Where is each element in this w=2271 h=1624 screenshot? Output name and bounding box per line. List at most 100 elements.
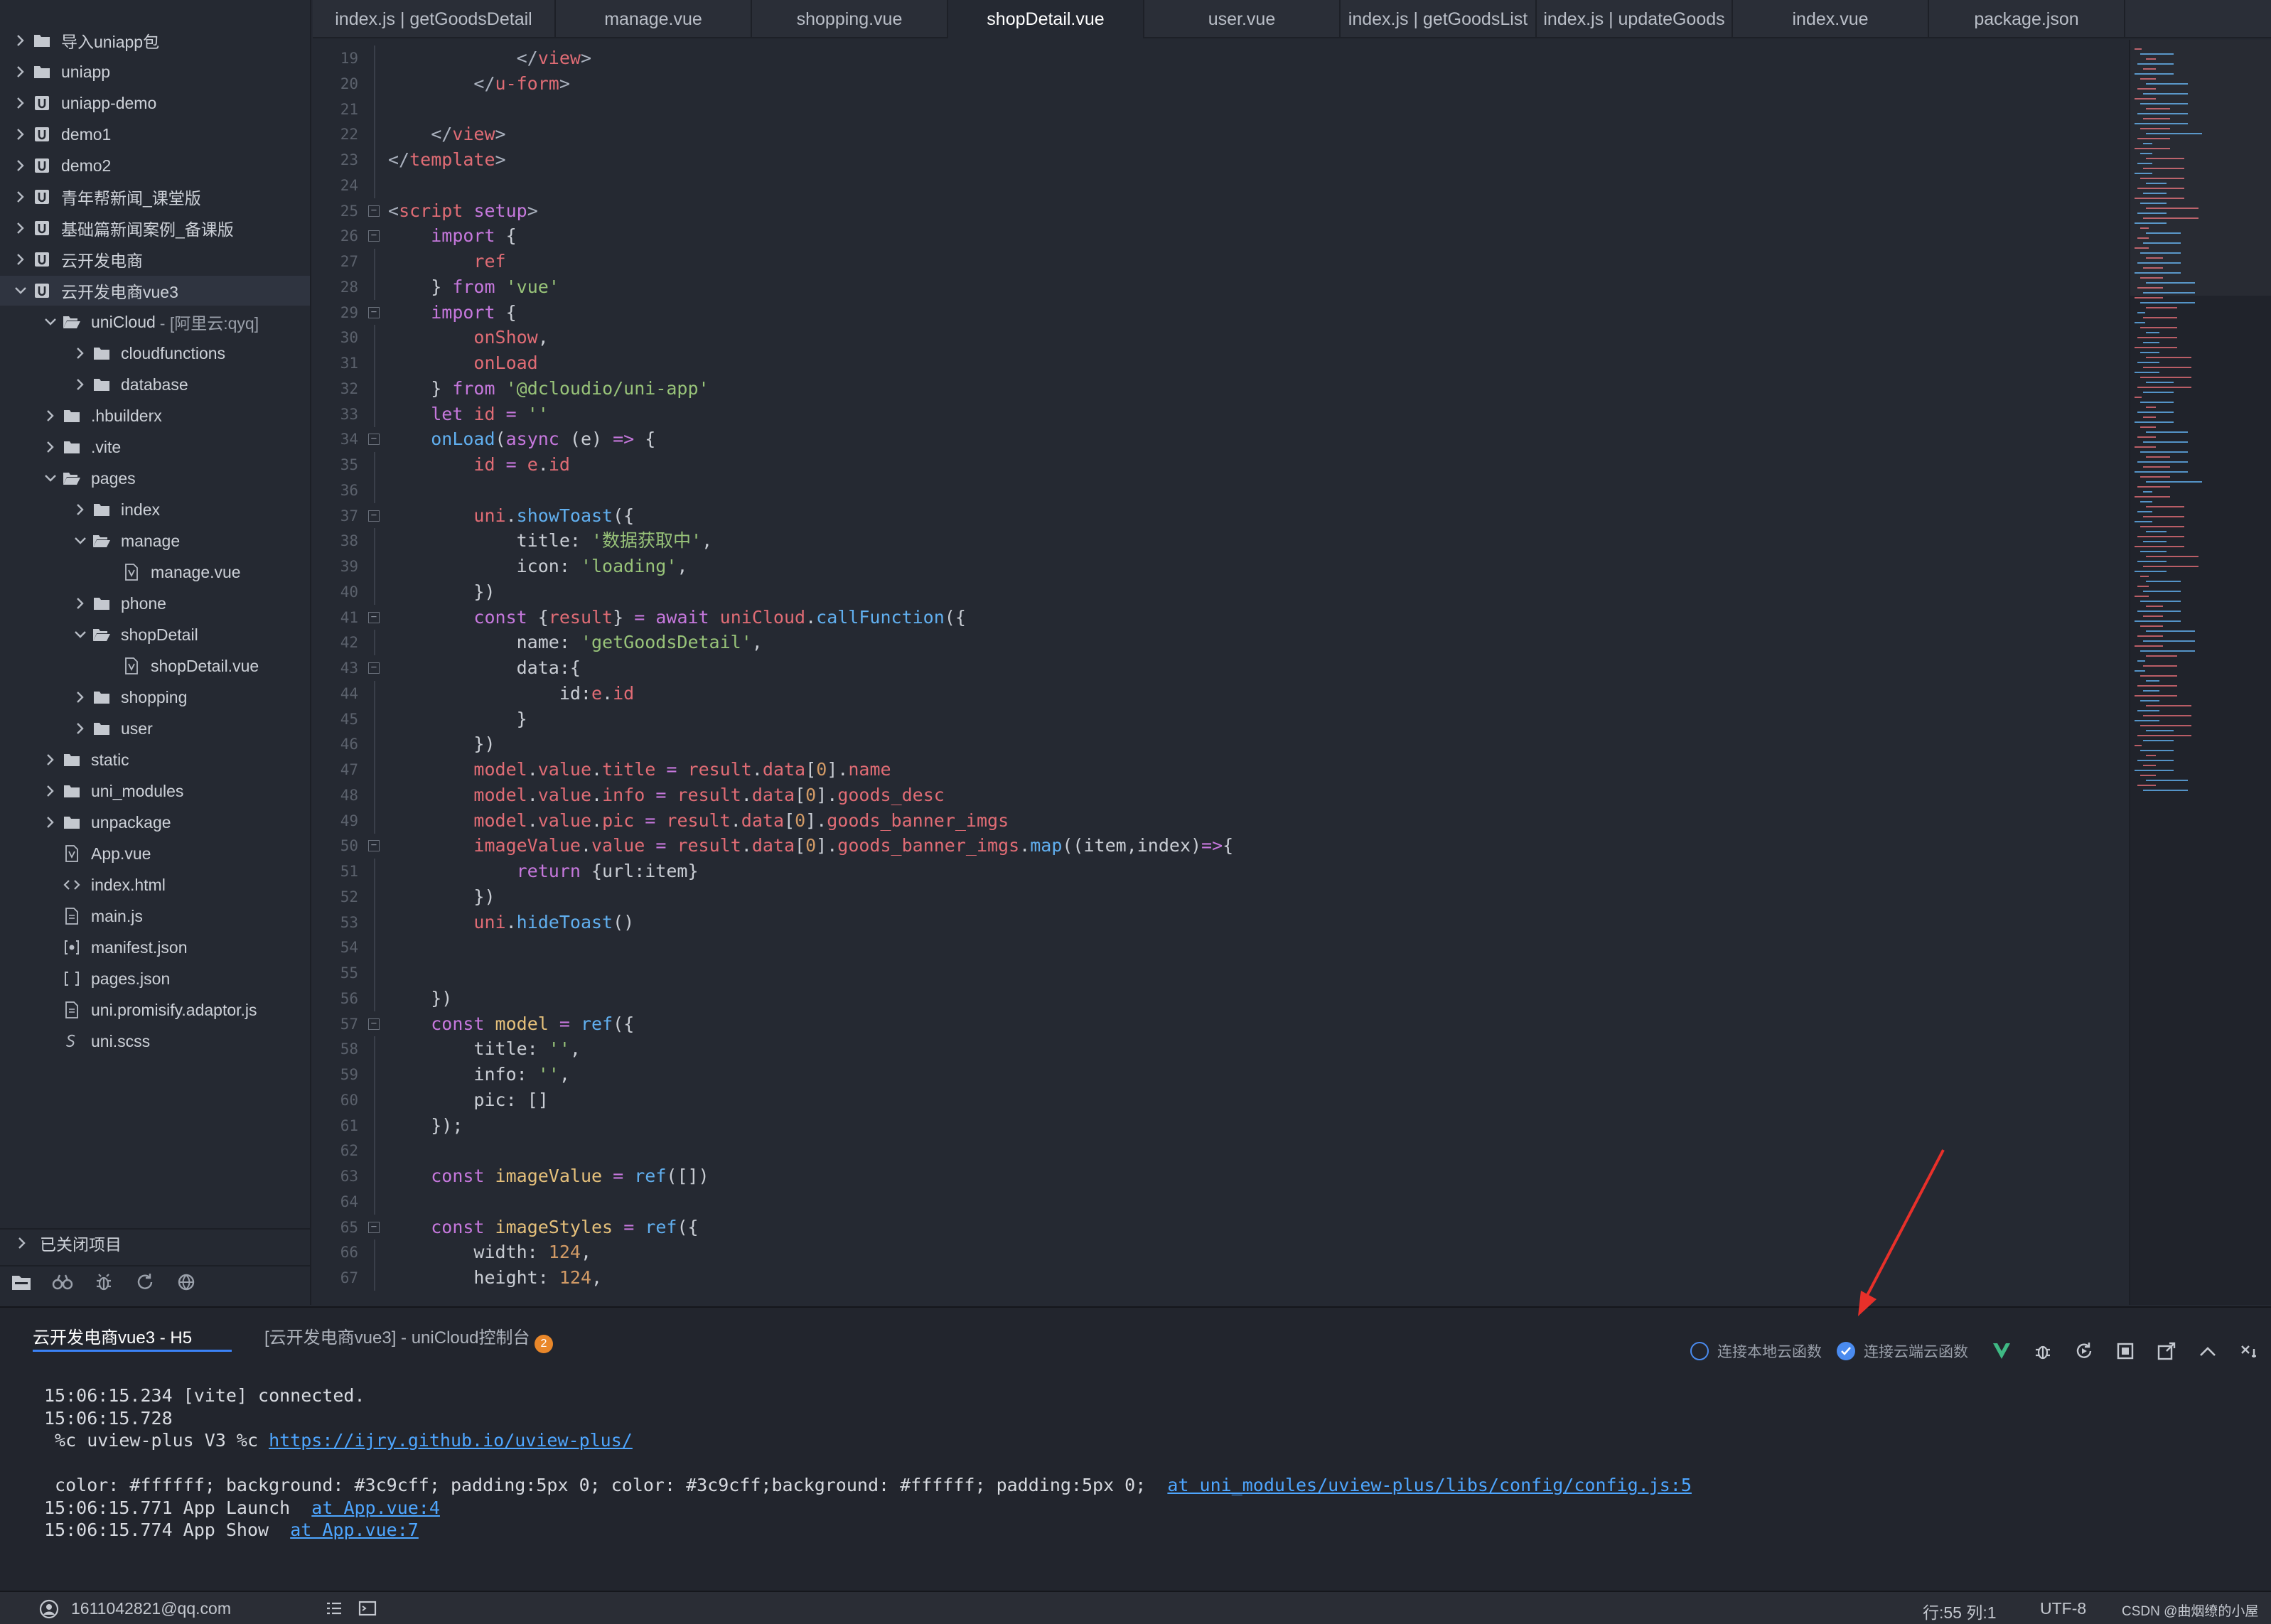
code-line[interactable]: 40 }) [313, 579, 2129, 605]
code-line[interactable]: 58 title: '', [313, 1036, 2129, 1063]
code-line[interactable]: 50− imageValue.value = result.data[0].go… [313, 833, 2129, 859]
collapse-up-icon[interactable] [2196, 1340, 2219, 1362]
tree-item[interactable]: shopping [0, 682, 310, 712]
fold-toggle-icon[interactable]: − [368, 205, 380, 217]
code-line[interactable]: 19 </view> [313, 45, 2129, 71]
code-line[interactable]: 51 return {url:item} [313, 859, 2129, 884]
tree-item[interactable]: uni_modules [0, 776, 310, 806]
code-line[interactable]: 39 icon: 'loading', [313, 554, 2129, 579]
code-line[interactable]: 35 id = e.id [313, 452, 2129, 478]
tree-item[interactable]: .vite [0, 432, 310, 462]
console-link[interactable]: https://ijry.github.io/uview-plus/ [269, 1430, 633, 1451]
outline-list-icon[interactable] [326, 1601, 343, 1620]
code-line[interactable]: 31 onLoad [313, 350, 2129, 376]
tree-item[interactable]: main.js [0, 901, 310, 931]
tree-item[interactable]: .hbuilderx [0, 401, 310, 431]
tree-item[interactable]: uni.scss [0, 1026, 310, 1056]
stop-icon[interactable] [2114, 1340, 2137, 1362]
code-line[interactable]: 32 } from '@dcloudio/uni-app' [313, 375, 2129, 402]
code-line[interactable]: 24 [313, 172, 2129, 198]
code-line[interactable]: 45 } [313, 706, 2129, 732]
code-editor[interactable]: 19 </view> 20 </u-form> 21 22 </view> 23 </te… [313, 40, 2129, 1305]
refresh-icon[interactable] [134, 1271, 156, 1294]
terminal-icon[interactable] [358, 1601, 377, 1620]
code-line[interactable]: 26− import { [313, 223, 2129, 249]
tree-item[interactable]: index [0, 495, 310, 525]
code-line[interactable]: 49 model.value.pic = result.data[0].good… [313, 807, 2129, 834]
code-line[interactable]: 23 </template> [313, 147, 2129, 173]
tree-item[interactable]: user [0, 714, 310, 743]
tree-item[interactable]: 基础篇新闻案例_备课版 [0, 213, 310, 243]
tree-item[interactable]: uni.promisify.adaptor.js [0, 995, 310, 1025]
code-line[interactable]: 55 [313, 960, 2129, 986]
code-line[interactable]: 54 [313, 935, 2129, 961]
editor-tab[interactable]: shopDetail.vue [948, 0, 1144, 38]
code-line[interactable]: 57− const model = ref({ [313, 1011, 2129, 1037]
connect-cloud-radio[interactable]: 连接云端云函数 [1837, 1340, 1968, 1362]
tree-item[interactable]: manage.vue [0, 557, 310, 587]
code-line[interactable]: 25− <script setup> [313, 198, 2129, 224]
console-link[interactable]: at uni_modules/uview-plus/libs/config/co… [1167, 1475, 1692, 1495]
code-line[interactable]: 21 [313, 96, 2129, 122]
code-line[interactable]: 46 }) [313, 731, 2129, 758]
tree-item[interactable]: uniapp-demo [0, 88, 310, 118]
fold-toggle-icon[interactable]: − [368, 510, 380, 522]
tree-item[interactable]: manifest.json [0, 932, 310, 962]
code-line[interactable]: 36 [313, 477, 2129, 503]
code-line[interactable]: 22 </view> [313, 122, 2129, 148]
tree-item[interactable]: shopDetail [0, 620, 310, 650]
code-line[interactable]: 38 title: '数据获取中', [313, 528, 2129, 554]
tree-item[interactable]: unpackage [0, 807, 310, 837]
fold-toggle-icon[interactable]: − [368, 662, 380, 674]
minimap[interactable] [2129, 40, 2271, 1305]
debug-icon[interactable] [2031, 1340, 2054, 1362]
editor-tab[interactable]: shopping.vue [752, 0, 948, 38]
account-button[interactable]: 1611042821@qq.com [39, 1599, 231, 1618]
code-line[interactable]: 34− onLoad(async (e) => { [313, 426, 2129, 452]
fold-toggle-icon[interactable]: − [368, 1018, 380, 1030]
tree-item[interactable]: 青年帮新闻_课堂版 [0, 182, 310, 212]
tab-h5-console[interactable]: 云开发电商vue3 - H5 [33, 1323, 232, 1352]
code-line[interactable]: 43− data:{ [313, 655, 2129, 681]
tree-item[interactable]: shopDetail.vue [0, 651, 310, 681]
editor-tab[interactable]: index.js | updateGoods [1537, 0, 1733, 38]
editor-tab[interactable]: index.js | getGoodsDetail [313, 0, 556, 38]
plugin-market-icon[interactable] [175, 1271, 198, 1294]
editor-tab[interactable]: index.vue [1733, 0, 1929, 38]
code-line[interactable]: 20 </u-form> [313, 70, 2129, 97]
code-line[interactable]: 28 } from 'vue' [313, 274, 2129, 300]
project-manager-icon[interactable] [10, 1271, 33, 1294]
tree-item[interactable]: uniCloud - [阿里云:qyq] [0, 307, 310, 337]
tree-item[interactable]: App.vue [0, 839, 310, 869]
tree-item[interactable]: manage [0, 526, 310, 556]
tab-unicloud-console[interactable]: [云开发电商vue3] - uniCloud控制台 [264, 1323, 530, 1352]
code-line[interactable]: 56 }) [313, 985, 2129, 1011]
code-line[interactable]: 52 }) [313, 883, 2129, 910]
code-line[interactable]: 37− uni.showToast({ [313, 503, 2129, 529]
tree-item[interactable]: demo2 [0, 151, 310, 181]
tree-item[interactable]: 导入uniapp包 [0, 26, 310, 55]
code-line[interactable]: 59 info: '', [313, 1062, 2129, 1087]
code-line[interactable]: 27 ref [313, 249, 2129, 274]
code-line[interactable]: 33 let id = '' [313, 401, 2129, 427]
editor-tab[interactable]: index.js | getGoodsList [1341, 0, 1537, 38]
code-line[interactable]: 42 name: 'getGoodsDetail', [313, 630, 2129, 656]
tree-item[interactable]: uniapp [0, 57, 310, 87]
fold-toggle-icon[interactable]: − [368, 434, 380, 446]
closed-projects-item[interactable]: 已关闭项目 [0, 1228, 310, 1257]
vue-devtools-icon[interactable] [1990, 1340, 2013, 1362]
binoculars-icon[interactable] [51, 1271, 74, 1294]
cursor-position[interactable]: 行:55 列:1 [1923, 1599, 1997, 1623]
code-line[interactable]: 29− import { [313, 300, 2129, 326]
code-line[interactable]: 30 onShow, [313, 325, 2129, 351]
tree-item[interactable]: 云开发电商 [0, 244, 310, 274]
tree-item[interactable]: database [0, 370, 310, 399]
fold-toggle-icon[interactable]: − [368, 230, 380, 242]
code-line[interactable]: 48 model.value.info = result.data[0].goo… [313, 782, 2129, 808]
tree-item[interactable]: static [0, 745, 310, 775]
code-line[interactable]: 44 id:e.id [313, 680, 2129, 706]
fold-toggle-icon[interactable]: − [368, 306, 380, 318]
tree-item[interactable]: demo1 [0, 119, 310, 149]
code-line[interactable]: 53 uni.hideToast() [313, 909, 2129, 935]
fold-toggle-icon[interactable]: − [368, 840, 380, 852]
